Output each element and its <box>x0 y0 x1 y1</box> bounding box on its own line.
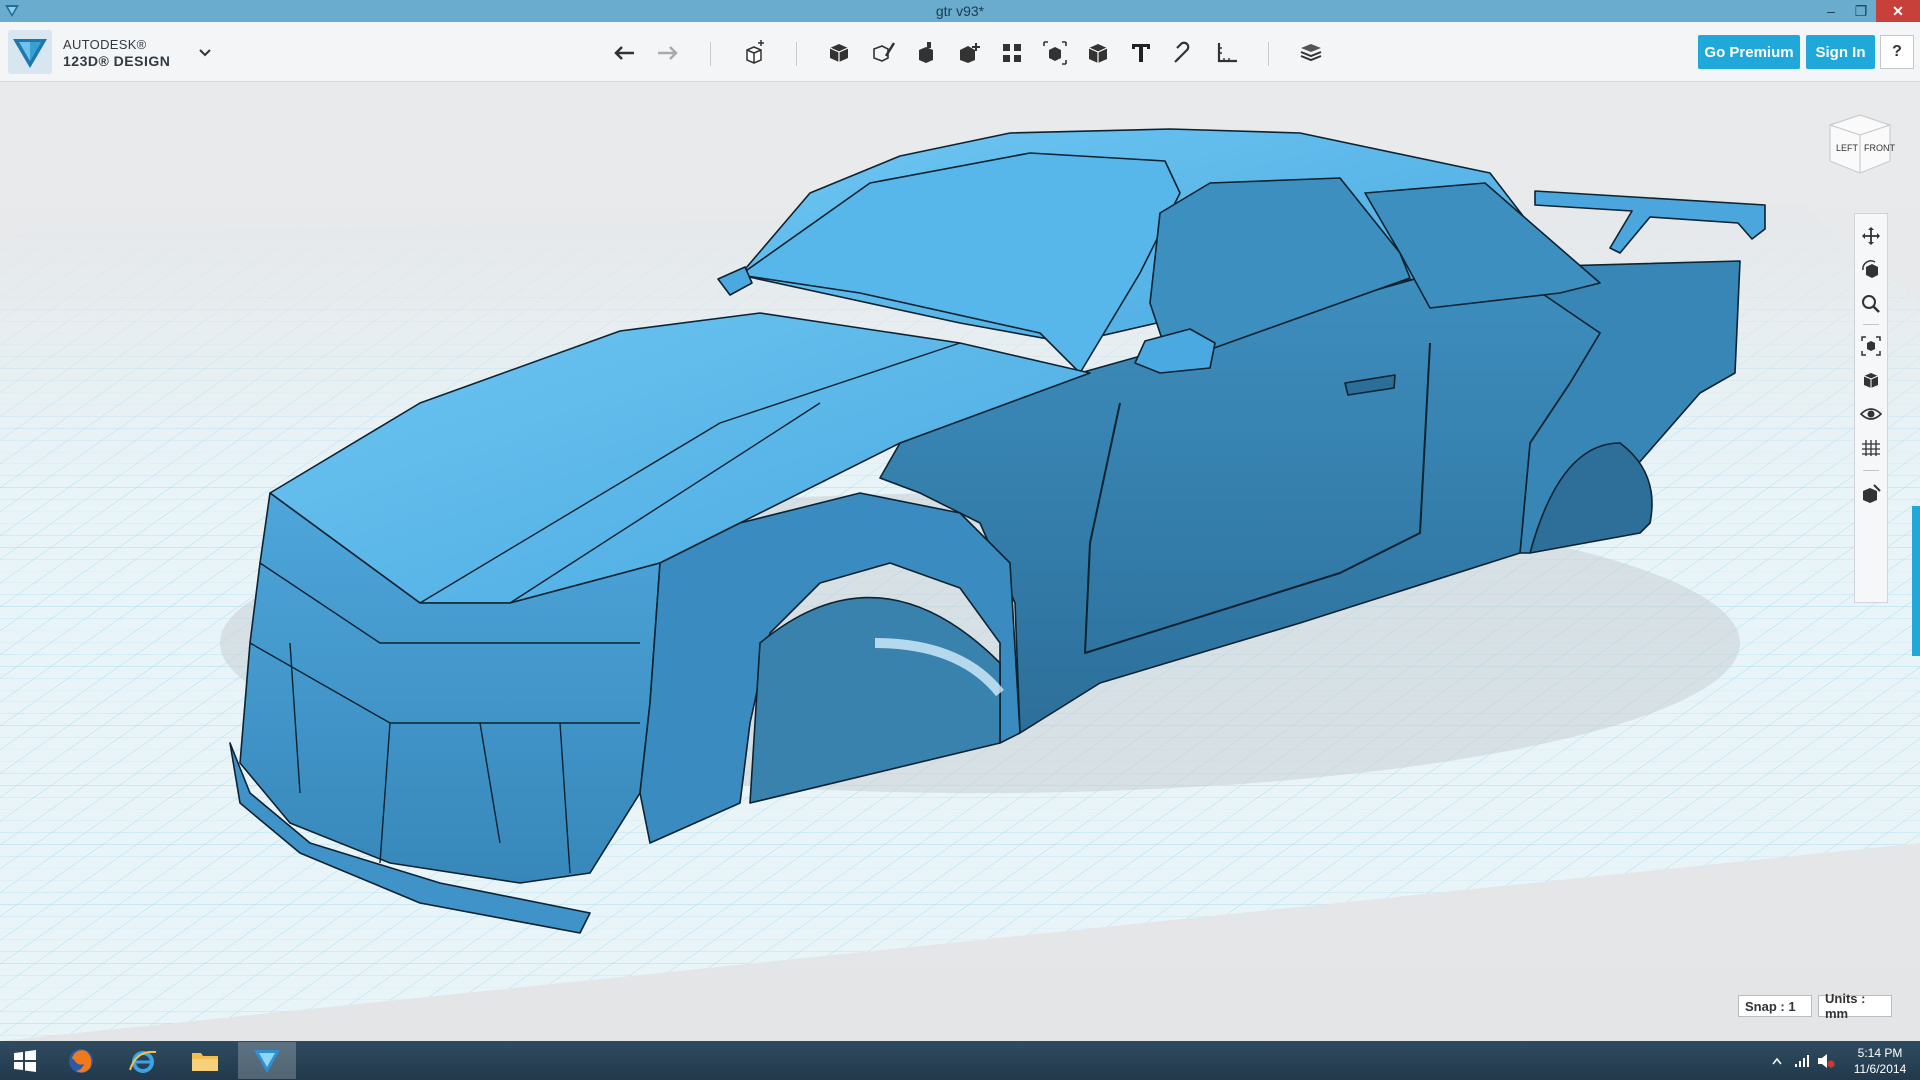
redo-icon[interactable] <box>650 36 684 70</box>
zoom-icon[interactable] <box>1855 288 1887 320</box>
material-mode-icon[interactable] <box>1855 478 1887 510</box>
app-menu-chevron-down-icon[interactable] <box>194 42 216 64</box>
side-panel-tab[interactable] <box>1912 506 1920 656</box>
go-premium-button[interactable]: Go Premium <box>1698 35 1800 69</box>
windows-taskbar: 5:14 PM 11/6/2014 <box>0 1041 1920 1080</box>
material-icon[interactable] <box>1294 36 1328 70</box>
close-button[interactable]: ✕ <box>1876 0 1920 22</box>
sketch-icon[interactable] <box>866 36 900 70</box>
123d-logo-icon <box>13 39 47 68</box>
app-logo[interactable] <box>8 30 52 74</box>
toolbar-divider <box>710 42 711 66</box>
pan-icon[interactable] <box>1855 220 1887 252</box>
units-status[interactable]: Units : mm <box>1818 991 1892 1021</box>
window-title: gtr v93* <box>935 3 985 19</box>
internet-explorer-icon[interactable] <box>114 1042 172 1079</box>
clock-time: 5:14 PM <box>1857 1046 1903 1060</box>
combine-icon[interactable] <box>1081 36 1115 70</box>
primitives-icon[interactable] <box>822 36 856 70</box>
file-explorer-icon[interactable] <box>176 1042 234 1079</box>
volume-muted-icon[interactable] <box>1814 1041 1838 1080</box>
network-icon[interactable] <box>1790 1041 1814 1080</box>
clock-date: 11/6/2014 <box>1853 1062 1907 1076</box>
construct-icon[interactable] <box>909 36 943 70</box>
main-toolbar: AUTODESK® 123D® DESIGN Go Premium Sign I… <box>0 22 1920 82</box>
sign-in-button[interactable]: Sign In <box>1806 35 1875 69</box>
views-icon[interactable] <box>1855 364 1887 396</box>
text-icon[interactable] <box>1124 36 1158 70</box>
system-clock[interactable]: 5:14 PM 11/6/2014 <box>1842 1045 1918 1077</box>
grid-icon[interactable] <box>1855 432 1887 464</box>
tray-expand-chevron-up-icon[interactable] <box>1766 1041 1788 1080</box>
pattern-icon[interactable] <box>995 36 1029 70</box>
nav-divider <box>1863 470 1879 471</box>
modify-icon[interactable] <box>952 36 986 70</box>
help-button[interactable]: ? <box>1880 35 1914 69</box>
scene-canvas <box>0 128 1920 1041</box>
view-cube[interactable]: LEFT FRONT <box>1820 105 1896 181</box>
toolbar-divider <box>796 42 797 66</box>
123d-design-icon[interactable] <box>238 1042 296 1079</box>
windows-start-icon[interactable] <box>0 1041 50 1080</box>
maximize-button[interactable]: ❐ <box>1846 0 1876 22</box>
minimize-button[interactable]: – <box>1816 0 1846 22</box>
fit-icon[interactable] <box>1855 330 1887 362</box>
toolbar-divider <box>1268 42 1269 66</box>
brand-company: AUTODESK® <box>63 37 147 52</box>
transform-icon[interactable] <box>737 36 771 70</box>
firefox-icon[interactable] <box>52 1042 110 1079</box>
title-bar: gtr v93* – ❐ ✕ <box>0 0 1920 22</box>
viewcube-front-label: FRONT <box>1864 143 1895 153</box>
orbit-icon[interactable] <box>1855 254 1887 286</box>
viewcube-left-label: LEFT <box>1836 143 1859 153</box>
nav-divider <box>1863 324 1879 325</box>
measure-icon[interactable] <box>1210 36 1244 70</box>
undo-icon[interactable] <box>608 36 642 70</box>
brand-product: 123D® DESIGN <box>63 53 171 69</box>
navigation-bar <box>1854 213 1888 603</box>
snap-status[interactable]: Snap : 1 <box>1738 995 1812 1017</box>
grouping-icon[interactable] <box>1038 36 1072 70</box>
snap-icon[interactable] <box>1167 36 1201 70</box>
3d-viewport[interactable]: LEFT FRONT Snap : 1 Units: mm <box>0 83 1920 1041</box>
visibility-icon[interactable] <box>1855 398 1887 430</box>
